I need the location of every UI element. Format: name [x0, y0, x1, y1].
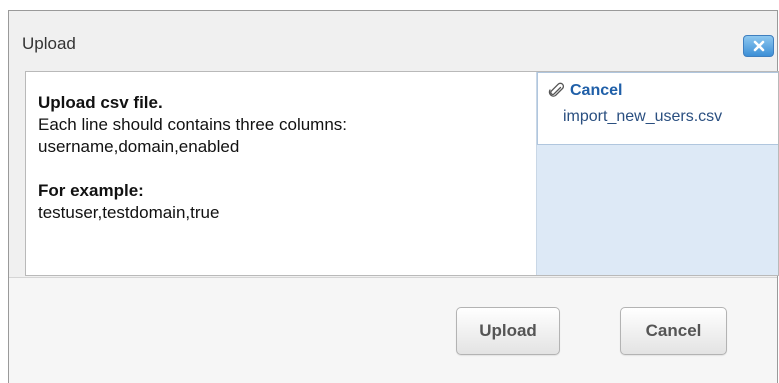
file-cancel-label: Cancel — [570, 82, 623, 99]
dialog-footer: Upload Cancel — [9, 277, 777, 383]
dialog-titlebar: Upload — [9, 11, 777, 69]
upload-dialog: Upload Upload csv file. Each line should… — [8, 10, 779, 383]
file-name: import_new_users.csv — [563, 108, 723, 125]
dialog-title: Upload — [22, 34, 76, 53]
instructions-heading: Upload csv file. — [38, 93, 163, 112]
file-cancel-link[interactable]: Cancel — [548, 82, 622, 100]
paperclip-icon — [548, 82, 565, 97]
file-upload-panel: Cancel import_new_users.csv — [536, 72, 778, 275]
instructions-line: Each line should contains three columns: — [38, 115, 348, 134]
dialog-content: Upload csv file. Each line should contai… — [25, 71, 779, 276]
upload-button[interactable]: Upload — [456, 307, 560, 355]
close-button[interactable] — [743, 35, 774, 57]
instructions-columns: username,domain,enabled — [38, 137, 240, 156]
cancel-button[interactable]: Cancel — [620, 307, 727, 355]
instructions: Upload csv file. Each line should contai… — [38, 92, 347, 224]
example-line: testuser,testdomain,true — [38, 203, 220, 222]
selected-file-box: Cancel import_new_users.csv — [537, 72, 778, 145]
close-x-icon — [753, 40, 764, 52]
example-heading: For example: — [38, 181, 144, 200]
